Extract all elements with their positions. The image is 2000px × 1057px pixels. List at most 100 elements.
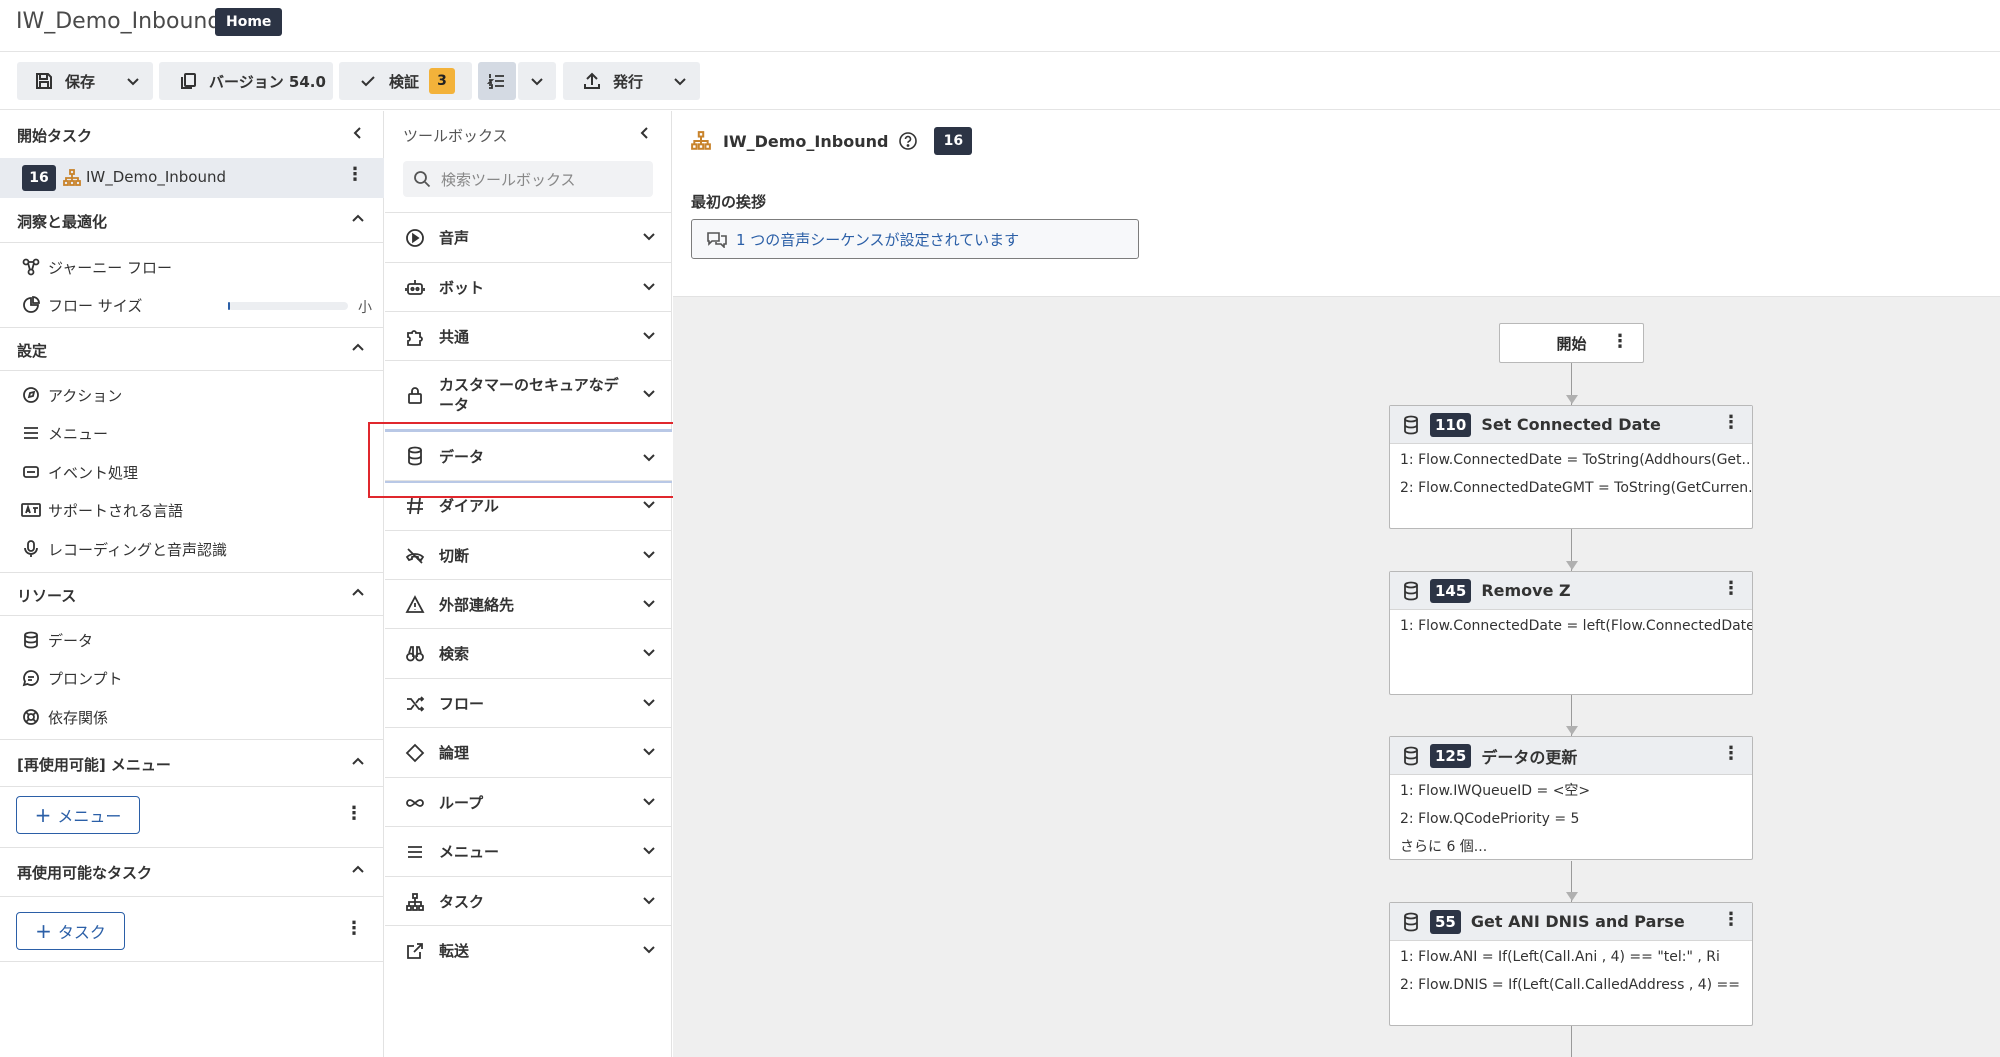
more-options-icon[interactable]: ⋮ (345, 918, 363, 939)
journey-flow-item[interactable]: ジャーニー フロー (20, 251, 172, 283)
actions-item[interactable]: アクション (20, 379, 122, 411)
home-badge[interactable]: Home (215, 8, 283, 36)
actions-label: アクション (48, 386, 123, 405)
toolbox-item-hierarchy[interactable]: タスク (385, 876, 672, 926)
toolbox-item-hangup[interactable]: 切断 (385, 530, 672, 580)
resources-title: リソース (17, 587, 77, 605)
toolbox-item-robot[interactable]: ボット (385, 262, 672, 312)
toolbox-item-label: 音声 (439, 229, 470, 247)
chevron-down-icon (531, 78, 543, 86)
add-task-label: タスク (57, 923, 106, 942)
toolbox-item-shuffle[interactable]: フロー (385, 678, 672, 728)
reusable-tasks-title: 再使用可能なタスク (17, 864, 153, 882)
chevron-down-icon[interactable] (642, 497, 656, 515)
lifebuoy-icon (20, 708, 42, 726)
node-header[interactable]: 145 Remove Z ⋮ (1390, 572, 1752, 610)
start-task-header: 開始タスク (0, 111, 384, 159)
supported-languages-item[interactable]: サポートされる言語 (20, 494, 183, 526)
collapse-panel-icon[interactable] (350, 125, 366, 145)
chevron-down-icon[interactable] (642, 942, 656, 960)
toolbox-item-external-contact[interactable]: 外部連絡先 (385, 579, 672, 629)
toolbox-item-menu[interactable]: メニュー (385, 826, 672, 876)
insights-header[interactable]: 洞察と最適化 (0, 199, 384, 243)
chevron-down-icon[interactable] (642, 744, 656, 762)
chevron-up-icon[interactable] (350, 340, 366, 360)
toolbox-item-lock[interactable]: カスタマーのセキュアなデータ (385, 360, 672, 428)
reusable-menus-header[interactable]: [再使用可能] メニュー (0, 739, 384, 787)
resources-header[interactable]: リソース (0, 572, 384, 616)
menu-item[interactable]: メニュー (20, 417, 108, 449)
chevron-down-icon[interactable] (642, 547, 656, 565)
chevron-up-icon[interactable] (350, 862, 366, 882)
chevron-down-icon[interactable] (642, 229, 656, 247)
database-icon (1402, 581, 1420, 601)
add-menu-button[interactable]: + メニュー (16, 796, 140, 834)
node-number-badge: 125 (1430, 743, 1472, 768)
toolbox-item-binoculars[interactable]: 検索 (385, 628, 672, 678)
validate-button[interactable]: 検証 3 (339, 62, 472, 100)
chevron-up-icon[interactable] (350, 585, 366, 605)
event-handling-item[interactable]: イベント処理 (20, 456, 138, 488)
chevron-up-icon[interactable] (350, 754, 366, 774)
chevron-down-icon[interactable] (642, 596, 656, 614)
more-options-icon[interactable]: ⋮ (1611, 331, 1629, 352)
recording-item[interactable]: レコーディングと音声認識 (20, 533, 227, 565)
upload-icon (581, 70, 603, 92)
node-header[interactable]: 110 Set Connected Date ⋮ (1390, 406, 1752, 444)
more-options-icon[interactable]: ⋮ (345, 803, 363, 824)
toolbox-item-diamond[interactable]: 論理 (385, 727, 672, 777)
view-options-button[interactable] (518, 62, 556, 100)
toolbox-item-label: タスク (439, 893, 485, 911)
toolbox-search-input[interactable]: 検索ツールボックス (403, 161, 653, 197)
flow-node[interactable]: 55 Get ANI DNIS and Parse ⋮ 1: Flow.ANI = I… (1389, 902, 1753, 1026)
chevron-down-icon[interactable] (642, 645, 656, 663)
chevron-down-icon[interactable] (642, 893, 656, 911)
dependencies-item[interactable]: 依存関係 (20, 701, 108, 733)
help-icon[interactable] (898, 131, 918, 151)
more-options-icon[interactable]: ⋮ (1722, 412, 1740, 433)
node-header[interactable]: 125 データの更新 ⋮ (1390, 737, 1752, 775)
chevron-down-icon[interactable] (642, 386, 656, 404)
save-button[interactable]: 保存 (17, 62, 127, 100)
toolbox-item-label: ループ (439, 794, 484, 812)
chevron-down-icon[interactable] (642, 328, 656, 346)
prompts-item[interactable]: プロンプト (20, 662, 123, 694)
toolbox-item-puzzle[interactable]: 共通 (385, 311, 672, 361)
greeting-field[interactable]: 1 つの音声シーケンスが設定されています (691, 219, 1139, 259)
publish-button[interactable]: 発行 (563, 62, 667, 100)
pie-chart-icon (20, 296, 42, 314)
start-task-title: 開始タスク (17, 127, 93, 145)
toolbox-item-infinity[interactable]: ループ (385, 777, 672, 827)
settings-header[interactable]: 設定 (0, 327, 384, 371)
chevron-down-icon[interactable] (642, 843, 656, 861)
numbered-list-icon (487, 74, 504, 89)
more-options-icon[interactable]: ⋮ (1722, 743, 1740, 764)
reusable-tasks-header[interactable]: 再使用可能なタスク (0, 847, 384, 897)
flow-size-item[interactable]: フロー サイズ (20, 289, 142, 321)
add-task-button[interactable]: + タスク (16, 912, 125, 950)
more-options-icon[interactable]: ⋮ (1722, 909, 1740, 930)
publish-options-button[interactable] (660, 62, 700, 100)
collapse-toolbox-icon[interactable] (637, 125, 653, 145)
save-options-button[interactable] (113, 62, 153, 100)
chevron-down-icon[interactable] (642, 794, 656, 812)
more-options-icon[interactable]: ⋮ (1722, 578, 1740, 599)
chevron-down-icon[interactable] (642, 279, 656, 297)
more-options-icon[interactable]: ⋮ (346, 164, 364, 185)
flow-node[interactable]: 145 Remove Z ⋮ 1: Flow.ConnectedDate = left… (1389, 571, 1753, 695)
start-task-item[interactable]: 16 IW_Demo_Inbound ⋮ (0, 158, 384, 198)
node-line: 1: Flow.ANI = If(Left(Call.Ani , 4) == "… (1400, 949, 1720, 965)
toolbox-item-play[interactable]: 音声 (385, 212, 672, 262)
resource-data-item[interactable]: データ (20, 624, 93, 656)
list-view-button[interactable] (478, 62, 516, 100)
chevron-down-icon[interactable] (642, 695, 656, 713)
toolbox-item-external-link[interactable]: 転送 (385, 925, 672, 975)
chevron-up-icon[interactable] (350, 211, 366, 231)
flow-node[interactable]: 110 Set Connected Date ⋮ 1: Flow.ConnectedD… (1389, 405, 1753, 529)
version-button[interactable]: バージョン 54.0 (159, 62, 333, 100)
node-header[interactable]: 55 Get ANI DNIS and Parse ⋮ (1390, 903, 1752, 941)
start-node[interactable]: 開始 ⋮ (1499, 323, 1644, 363)
flow-node[interactable]: 125 データの更新 ⋮ 1: Flow.IWQueueID = <空> 2: Flow… (1389, 736, 1753, 860)
plus-icon: + (34, 803, 52, 827)
prompts-label: プロンプト (48, 669, 123, 688)
